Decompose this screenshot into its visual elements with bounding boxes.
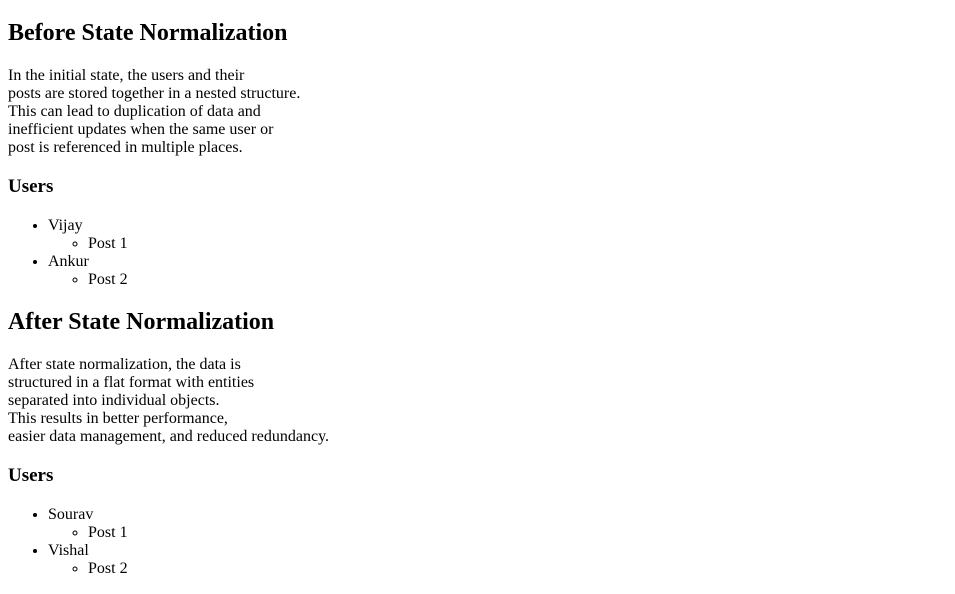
- before-heading: Before State Normalization: [8, 20, 947, 47]
- after-heading: After State Normalization: [8, 309, 947, 336]
- before-users-list: VijayPost 1AnkurPost 2: [8, 217, 947, 289]
- after-users-heading: Users: [8, 465, 947, 487]
- after-users-list: SouravPost 1VishalPost 2: [8, 506, 947, 578]
- list-item: VishalPost 2: [48, 542, 947, 578]
- before-users-heading: Users: [8, 176, 947, 198]
- list-item: Post 2: [88, 271, 947, 289]
- posts-list: Post 1: [48, 524, 947, 542]
- list-item: SouravPost 1: [48, 506, 947, 542]
- posts-list: Post 1: [48, 235, 947, 253]
- after-section: After State Normalization After state no…: [8, 309, 947, 578]
- list-item: Post 1: [88, 235, 947, 253]
- after-description: After state normalization, the data isst…: [8, 356, 947, 446]
- before-section: Before State Normalization In the initia…: [8, 20, 947, 289]
- posts-list: Post 2: [48, 560, 947, 578]
- before-description: In the initial state, the users and thei…: [8, 67, 947, 157]
- list-item: Post 1: [88, 524, 947, 542]
- list-item: AnkurPost 2: [48, 253, 947, 289]
- list-item: VijayPost 1: [48, 217, 947, 253]
- list-item: Post 2: [88, 560, 947, 578]
- posts-list: Post 2: [48, 271, 947, 289]
